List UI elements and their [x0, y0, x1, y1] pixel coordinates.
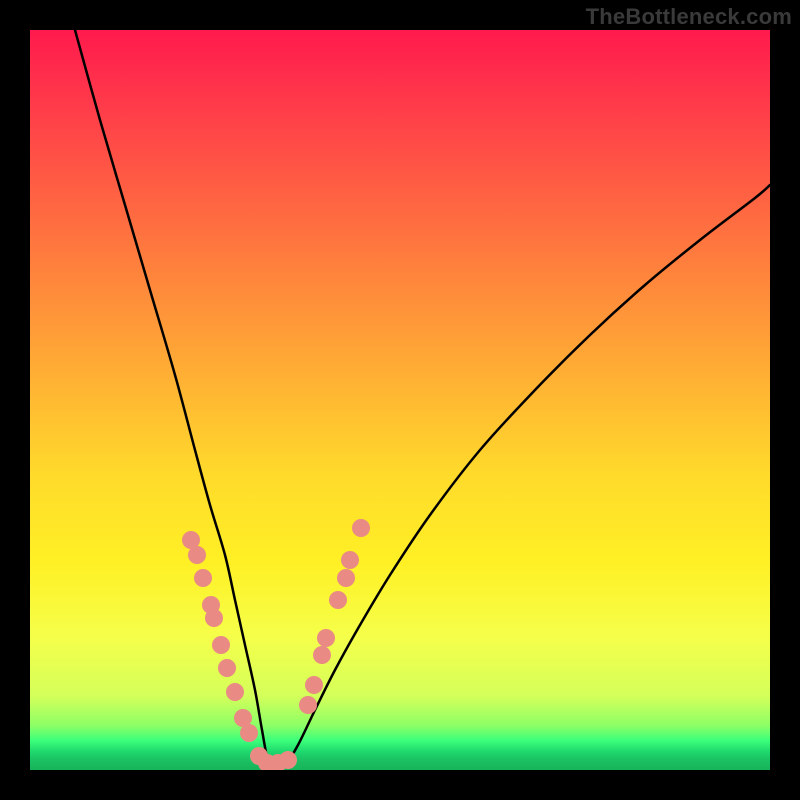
highlight-dot	[194, 569, 212, 587]
highlight-dot	[218, 659, 236, 677]
highlight-dot	[205, 609, 223, 627]
highlight-dot	[240, 724, 258, 742]
highlight-dot	[279, 751, 297, 769]
chart-frame: TheBottleneck.com	[0, 0, 800, 800]
highlight-dot	[352, 519, 370, 537]
highlight-dot	[329, 591, 347, 609]
highlight-dot	[341, 551, 359, 569]
watermark-text: TheBottleneck.com	[586, 4, 792, 30]
highlight-dot	[337, 569, 355, 587]
chart-svg	[30, 30, 770, 770]
highlighted-dots-group	[182, 519, 370, 770]
highlight-dot	[305, 676, 323, 694]
bottleneck-curve	[75, 30, 770, 767]
highlight-dot	[188, 546, 206, 564]
highlight-dot	[317, 629, 335, 647]
highlight-dot	[299, 696, 317, 714]
highlight-dot	[313, 646, 331, 664]
highlight-dot	[226, 683, 244, 701]
plot-area	[30, 30, 770, 770]
highlight-dot	[212, 636, 230, 654]
